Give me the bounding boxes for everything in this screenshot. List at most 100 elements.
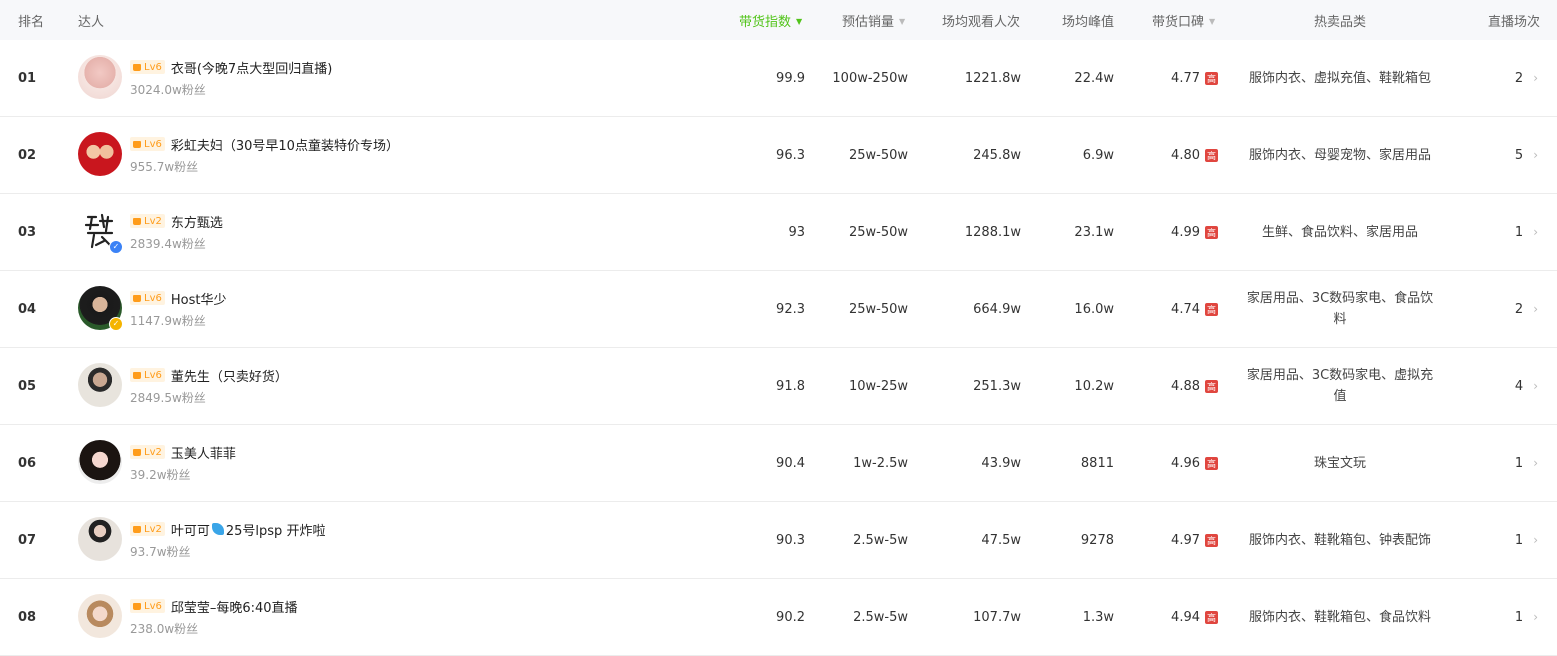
sales-index: 99.9 [776, 70, 805, 86]
influencer-name[interactable]: 邱莹莹–每晚6:40直播 [171, 597, 298, 616]
table-row[interactable]: 01 Lv6 衣哥(今晚7点大型回归直播) 3024.0w粉丝 99.9 100… [0, 40, 1557, 117]
hot-category: 服饰内衣、母婴宠物、家居用品 [1248, 147, 1431, 163]
sort-down-icon: ▼ [796, 16, 803, 26]
avg-peak: 23.1w [1074, 224, 1114, 240]
avatar-image [78, 517, 122, 561]
fans-count: 1147.9w粉丝 [130, 314, 206, 328]
chevron-right-icon: › [1533, 533, 1538, 547]
chevron-right-icon: › [1533, 148, 1538, 162]
rank-number: 03 [18, 224, 37, 240]
avg-viewers: 245.8w [973, 147, 1021, 163]
col-rank: 排名 [18, 14, 45, 30]
high-badge: 高 [1205, 71, 1218, 85]
avatar[interactable]: ✓ [78, 286, 123, 331]
avatar[interactable] [78, 132, 122, 176]
est-sales: 25w-50w [848, 147, 908, 163]
avatar[interactable] [78, 55, 122, 99]
influencer-info: Lv6 彩虹夫妇（30号早10点童装特价专场） 955.7w粉丝 [130, 134, 399, 175]
fans-count: 2839.4w粉丝 [130, 237, 206, 251]
fans-count: 238.0w粉丝 [130, 622, 199, 636]
influencer-info: Lv2 东方甄选 2839.4w粉丝 [130, 211, 223, 252]
fans-count: 2849.5w粉丝 [130, 391, 206, 405]
avatar[interactable] [78, 440, 122, 484]
live-count[interactable]: 2 › [1470, 40, 1538, 116]
avg-viewers: 1221.8w [964, 70, 1021, 86]
avatar-image [78, 440, 122, 484]
crown-icon [133, 371, 141, 379]
live-count[interactable]: 5 › [1470, 117, 1538, 193]
influencer-name-suffix: 25号lpsp 开炸啦 [225, 523, 326, 539]
chevron-right-icon: › [1533, 456, 1538, 470]
col-reputation-sort[interactable]: 带货口碑 ▼ [1152, 0, 1215, 40]
fans-count: 93.7w粉丝 [130, 545, 191, 559]
high-badge: 高 [1205, 379, 1218, 393]
live-count[interactable]: 2 › [1470, 271, 1538, 347]
reputation-score: 4.77 高 [1171, 70, 1218, 86]
table-row[interactable]: 06 Lv2 玉美人菲菲 39.2w粉丝 90.4 1w-2.5w 43.9w … [0, 425, 1557, 502]
avatar-image [78, 363, 122, 407]
influencer-name[interactable]: Host华少 [171, 289, 227, 308]
rank-number: 04 [18, 301, 37, 317]
col-est-sales-sort[interactable]: 预估销量 ▼ [842, 0, 905, 40]
influencer-name[interactable]: 彩虹夫妇（30号早10点童装特价专场） [171, 135, 399, 154]
influencer-name[interactable]: 董先生（只卖好货） [171, 366, 288, 385]
reputation-score: 4.99 高 [1171, 224, 1218, 240]
influencer-name[interactable]: 叶可可 [171, 520, 210, 539]
est-sales: 100w-250w [832, 70, 908, 86]
live-count[interactable]: 1 › [1470, 425, 1538, 501]
est-sales: 2.5w-5w [853, 609, 908, 625]
level-badge: Lv6 [130, 599, 165, 613]
col-hot-category: 热卖品类 [1314, 14, 1367, 30]
rank-number: 08 [18, 609, 37, 625]
table-row[interactable]: 08 Lv6 邱莹莹–每晚6:40直播 238.0w粉丝 90.2 2.5w-5… [0, 579, 1557, 656]
table-row[interactable]: 03 ✓ Lv2 东方甄选 2839.4w粉丝 93 25w-50w 1288.… [0, 194, 1557, 271]
fans-count: 955.7w粉丝 [130, 160, 199, 174]
avg-viewers: 664.9w [973, 301, 1021, 317]
influencer-info: Lv6 董先生（只卖好货） 2849.5w粉丝 [130, 365, 288, 406]
avg-viewers: 43.9w [981, 455, 1021, 471]
table-row[interactable]: 02 Lv6 彩虹夫妇（30号早10点童装特价专场） 955.7w粉丝 96.3… [0, 117, 1557, 194]
live-count[interactable]: 1 › [1470, 502, 1538, 578]
rank-number: 06 [18, 455, 37, 471]
est-sales: 1w-2.5w [853, 455, 908, 471]
crown-icon [133, 63, 141, 71]
reputation-score: 4.94 高 [1171, 609, 1218, 625]
avg-peak: 16.0w [1074, 301, 1114, 317]
live-count[interactable]: 1 › [1470, 194, 1538, 270]
level-badge: Lv6 [130, 291, 165, 305]
influencer-name[interactable]: 玉美人菲菲 [171, 443, 236, 462]
col-avg-peak: 场均峰值 [1062, 14, 1115, 30]
avatar[interactable] [78, 517, 122, 561]
level-badge: Lv6 [130, 137, 165, 151]
est-sales: 2.5w-5w [853, 532, 908, 548]
influencer-name[interactable]: 衣哥(今晚7点大型回归直播) [171, 58, 332, 77]
hot-category: 服饰内衣、鞋靴箱包、钟表配饰 [1248, 532, 1431, 548]
live-count[interactable]: 1 › [1470, 579, 1538, 655]
col-avg-viewers: 场均观看人次 [942, 14, 1021, 30]
sort-down-icon: ▼ [899, 16, 906, 26]
reputation-score: 4.97 高 [1171, 532, 1218, 548]
crown-icon [133, 217, 141, 225]
sales-index: 90.2 [776, 609, 805, 625]
table-row[interactable]: 04 ✓ Lv6 Host华少 1147.9w粉丝 92.3 25w-50w 6… [0, 271, 1557, 348]
live-count[interactable]: 4 › [1470, 348, 1538, 424]
crown-icon [133, 448, 141, 456]
avatar[interactable]: ✓ [78, 209, 123, 254]
high-badge: 高 [1205, 456, 1218, 470]
table-row[interactable]: 07 Lv2 叶可可 25号lpsp 开炸啦 93.7w粉丝 90.3 2.5w-… [0, 502, 1557, 579]
sales-index: 90.3 [776, 532, 805, 548]
avg-viewers: 47.5w [981, 532, 1021, 548]
hot-category: 珠宝文玩 [1313, 455, 1366, 471]
hot-category: 家居用品、3C数码家电、虚拟充值 [1246, 368, 1434, 404]
col-sales-index-sort[interactable]: 带货指数 ▼ [739, 0, 802, 40]
table-row[interactable]: 05 Lv6 董先生（只卖好货） 2849.5w粉丝 91.8 10w-25w … [0, 348, 1557, 425]
avatar[interactable] [78, 594, 122, 638]
high-badge: 高 [1205, 302, 1218, 316]
avg-viewers: 1288.1w [964, 224, 1021, 240]
chevron-right-icon: › [1533, 302, 1538, 316]
avg-peak: 6.9w [1082, 147, 1114, 163]
avatar[interactable] [78, 363, 122, 407]
influencer-name[interactable]: 东方甄选 [171, 212, 223, 231]
high-badge: 高 [1205, 610, 1218, 624]
est-sales: 25w-50w [848, 301, 908, 317]
